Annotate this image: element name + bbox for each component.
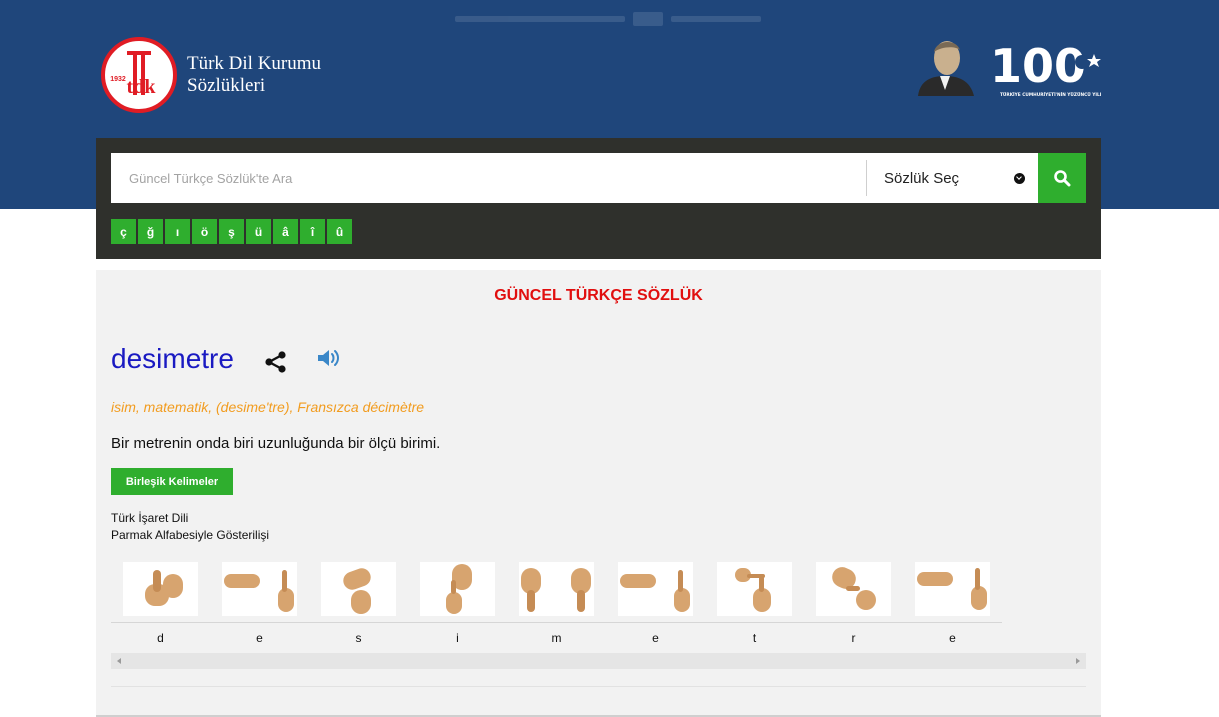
letter-button[interactable]: û <box>327 219 352 244</box>
sign-letter: s <box>355 631 362 645</box>
dictionary-select[interactable]: Sözlük Seç <box>867 154 1037 202</box>
compound-words-button[interactable]: Birleşik Kelimeler <box>111 468 233 495</box>
tdk-logo[interactable]: tdk 1932 Türk Dil Kurumu Sözlükleri <box>101 37 321 113</box>
share-icon[interactable] <box>263 349 289 375</box>
letter-button[interactable]: î <box>300 219 325 244</box>
fingerspelling-subtitle: Parmak Alfabesiyle Gösterilişi <box>111 528 270 542</box>
sign-letter: e <box>652 631 659 645</box>
sign-letter: r <box>851 631 856 645</box>
sign-letter: d <box>157 631 164 645</box>
chevron-down-icon <box>1014 172 1025 184</box>
sign-letter: t <box>752 631 757 645</box>
sign-image-m <box>519 562 594 616</box>
letter-button[interactable]: ı <box>165 219 190 244</box>
fingerspelling-images <box>111 562 1002 622</box>
sign-language-title: Türk İşaret Dili <box>111 511 189 525</box>
search-box: Sözlük Seç <box>111 153 1038 203</box>
scroll-right-arrow-icon[interactable] <box>1076 658 1080 664</box>
sign-image-e3 <box>915 562 990 616</box>
scroll-left-arrow-icon[interactable] <box>117 658 121 664</box>
sign-image-t <box>717 562 792 616</box>
sign-letter: m <box>551 631 562 645</box>
brand-name-line2: Sözlükleri <box>187 75 266 96</box>
sign-image-r <box>816 562 891 616</box>
brand-name-line1: Türk Dil Kurumu <box>187 53 322 74</box>
svg-text:100: 100 <box>990 39 1086 93</box>
sign-letter: e <box>256 631 263 645</box>
brand-name: Türk Dil Kurumu Sözlükleri <box>187 53 321 97</box>
entry-meta: isim, matematik, (desime'tre), Fransızca… <box>111 399 425 415</box>
fingerspelling-letters: d e s i m e t r e <box>111 622 1002 653</box>
entry-word: desimetre <box>111 343 234 374</box>
letter-button[interactable]: ü <box>246 219 271 244</box>
svg-text:1932: 1932 <box>110 76 126 83</box>
search-panel: Sözlük Seç ç ğ ı ö ş ü â î û <box>96 138 1101 259</box>
entry-panel: GÜNCEL TÜRKÇE SÖZLÜK desimetre isim, mat… <box>96 270 1101 717</box>
letter-button[interactable]: ğ <box>138 219 163 244</box>
ataturk-portrait <box>912 34 978 96</box>
search-icon <box>1054 170 1071 187</box>
letter-button[interactable]: ş <box>219 219 244 244</box>
search-button[interactable] <box>1038 153 1086 203</box>
centenary-logo: 100 TÜRKİYE CUMHURİYETİ'NİN YÜZÜNCÜ YILI <box>988 34 1104 100</box>
dictionary-select-label: Sözlük Seç <box>884 169 960 187</box>
sign-image-d <box>123 562 198 616</box>
section-divider <box>111 686 1086 687</box>
sign-image-e1 <box>222 562 297 616</box>
letter-button[interactable]: ö <box>192 219 217 244</box>
top-banner-faint <box>455 8 765 30</box>
sign-letter: i <box>456 631 459 645</box>
letter-button[interactable]: â <box>273 219 298 244</box>
svg-text:TÜRKİYE CUMHURİYETİ'NİN YÜZÜNC: TÜRKİYE CUMHURİYETİ'NİN YÜZÜNCÜ YILI <box>1000 91 1102 98</box>
dictionary-title: GÜNCEL TÜRKÇE SÖZLÜK <box>494 287 703 304</box>
horizontal-scrollbar[interactable] <box>111 653 1086 669</box>
special-letters: ç ğ ı ö ş ü â î û <box>111 219 352 244</box>
sign-image-e2 <box>618 562 693 616</box>
sign-letter: e <box>949 631 956 645</box>
sign-image-s <box>321 562 396 616</box>
entry-definition: Bir metrenin onda biri uzunluğunda bir ö… <box>111 435 441 452</box>
search-input[interactable] <box>112 154 866 202</box>
tdk-emblem: tdk 1932 <box>101 37 177 113</box>
speaker-icon[interactable] <box>316 347 342 369</box>
sign-image-i <box>420 562 495 616</box>
svg-text:tdk: tdk <box>127 76 157 98</box>
letter-button[interactable]: ç <box>111 219 136 244</box>
